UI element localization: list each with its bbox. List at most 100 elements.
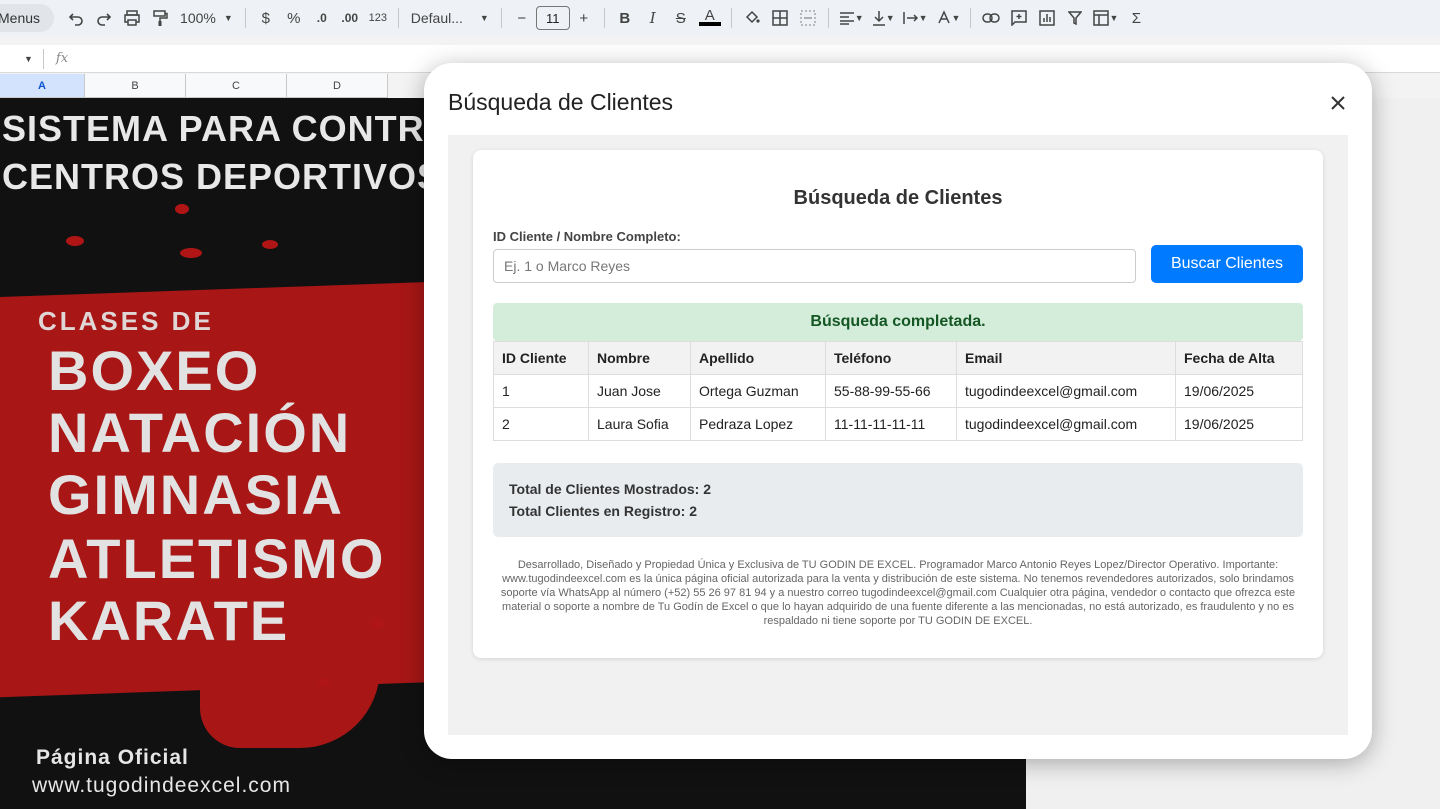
chevron-down-icon: ▼ [1109, 13, 1119, 23]
paint-splat [262, 240, 278, 249]
table-header-row: ID Cliente Nombre Apellido Teléfono Emai… [493, 341, 1303, 375]
table-cell: Juan Jose [588, 374, 691, 408]
sheets-toolbar: Menus 100% ▼ $ % .0 .00 123 Defaul... ▼ − … [0, 0, 1440, 36]
paint-splat [318, 678, 330, 686]
filter-icon[interactable] [1061, 4, 1089, 32]
sport-label: KARATE [48, 589, 290, 652]
increase-decimals-button[interactable]: .00 [336, 4, 364, 32]
fx-icon: fx [55, 51, 69, 66]
sport-label: NATACIÓN [48, 401, 352, 464]
table-row: 1 Juan Jose Ortega Guzman 55-88-99-55-66… [493, 374, 1303, 408]
menus-label: Menus [0, 10, 41, 26]
client-search-dialog: Búsqueda de Clientes Búsqueda de Cliente… [424, 63, 1372, 759]
font-select[interactable]: Defaul... ▼ [405, 10, 495, 26]
decrease-decimals-button[interactable]: .0 [308, 4, 336, 32]
borders-icon[interactable] [766, 4, 794, 32]
merge-cells-icon[interactable] [794, 4, 822, 32]
redo-icon[interactable] [90, 4, 118, 32]
paint-format-icon[interactable] [146, 4, 174, 32]
paint-splat [180, 248, 202, 258]
table-cell: 11-11-11-11-11 [825, 407, 957, 441]
strikethrough-icon[interactable]: S [667, 4, 695, 32]
poster-title-line1: SISTEMA PARA CONTROL [2, 108, 477, 149]
total-registered: Total Clientes en Registro: 2 [509, 503, 697, 519]
column-header: Teléfono [825, 341, 957, 375]
table-cell: tugodindeexcel@gmail.com [956, 407, 1176, 441]
paint-splat [370, 618, 384, 628]
column-header: ID Cliente [493, 341, 589, 375]
toolbar-divider [500, 8, 502, 28]
table-cell: Laura Sofia [588, 407, 691, 441]
column-header-a[interactable]: A [0, 74, 85, 98]
font-size-input[interactable]: 11 [535, 6, 570, 30]
column-header: Fecha de Alta [1175, 341, 1303, 375]
toolbar-divider [730, 8, 732, 28]
poster-url: www.tugodindeexcel.com [32, 774, 291, 797]
table-cell: 2 [493, 407, 589, 441]
column-header: Nombre [588, 341, 691, 375]
minus-icon[interactable]: − [508, 4, 536, 32]
print-icon[interactable] [118, 4, 146, 32]
name-box-dropdown-icon[interactable]: ▼ [24, 54, 33, 64]
form-title: Búsqueda de Clientes [793, 187, 1003, 209]
number-format-button[interactable]: 123 [364, 4, 392, 32]
functions-button[interactable]: Σ [1122, 4, 1150, 32]
disclaimer-text: Desarrollado, Diseñado y Propiedad Única… [500, 559, 1296, 627]
paint-splat [66, 236, 84, 246]
align-left-icon[interactable]: ▼ [835, 4, 868, 32]
table-row: 2 Laura Sofia Pedraza Lopez 11-11-11-11-… [493, 407, 1303, 441]
search-field-label: ID Cliente / Nombre Completo: [493, 229, 681, 244]
insert-comment-icon[interactable] [1005, 4, 1033, 32]
chevron-down-icon: ▼ [918, 13, 928, 23]
text-color-swatch [698, 22, 721, 26]
toolbar-divider [827, 8, 829, 28]
bold-button[interactable]: B [611, 4, 639, 32]
close-icon[interactable] [1324, 89, 1352, 117]
italic-button[interactable]: I [639, 4, 667, 32]
chevron-down-icon: ▼ [223, 13, 233, 23]
table-cell: 55-88-99-55-66 [825, 374, 957, 408]
toolbar-divider [397, 8, 399, 28]
vertical-align-icon[interactable]: ▼ [868, 4, 899, 32]
toolbar-divider [970, 8, 972, 28]
currency-button[interactable]: $ [252, 4, 280, 32]
table-cell: Pedraza Lopez [690, 407, 826, 441]
poster-official-label: Página Oficial [36, 746, 189, 769]
poster-title-line2: CENTROS DEPORTIVOS 2 [2, 156, 475, 197]
search-clients-button[interactable]: Buscar Clientes [1151, 245, 1303, 283]
text-wrap-icon[interactable]: ▼ [899, 4, 932, 32]
formula-divider [42, 48, 44, 69]
dialog-title: Búsqueda de Clientes [448, 89, 674, 115]
table-cell: 19/06/2025 [1175, 407, 1303, 441]
column-header-b[interactable]: B [85, 74, 186, 98]
undo-icon[interactable] [62, 4, 90, 32]
chevron-down-icon: ▼ [854, 13, 864, 23]
text-color-button[interactable]: A [695, 4, 725, 32]
search-card: Búsqueda de Clientes ID Cliente / Nombre… [473, 150, 1323, 658]
column-header-d[interactable]: D [287, 74, 388, 98]
chevron-down-icon: ▼ [951, 13, 961, 23]
link-icon[interactable] [977, 4, 1005, 32]
total-shown: Total de Clientes Mostrados: 2 [509, 481, 711, 497]
text-rotation-icon[interactable]: ▼ [932, 4, 965, 32]
zoom-select[interactable]: 100% ▼ [174, 10, 239, 26]
menus-button[interactable]: Menus [0, 4, 55, 32]
fill-color-icon[interactable] [738, 4, 766, 32]
chevron-down-icon: ▼ [885, 13, 895, 23]
percent-button[interactable]: % [280, 4, 308, 32]
column-header-c[interactable]: C [186, 74, 287, 98]
dialog-body: Búsqueda de Clientes ID Cliente / Nombre… [448, 135, 1348, 735]
column-header: Apellido [690, 341, 826, 375]
insert-chart-icon[interactable] [1033, 4, 1061, 32]
column-header: Email [956, 341, 1176, 375]
plus-icon[interactable]: + [570, 4, 598, 32]
table-views-icon[interactable]: ▼ [1089, 4, 1122, 32]
font-name: Defaul... [410, 10, 463, 26]
zoom-value: 100% [180, 10, 216, 26]
table-cell: tugodindeexcel@gmail.com [956, 374, 1176, 408]
client-search-input[interactable] [493, 249, 1136, 283]
toolbar-divider [603, 8, 605, 28]
table-cell: 1 [493, 374, 589, 408]
column-headers: A B C D [0, 74, 388, 98]
chevron-down-icon: ▼ [479, 13, 489, 23]
